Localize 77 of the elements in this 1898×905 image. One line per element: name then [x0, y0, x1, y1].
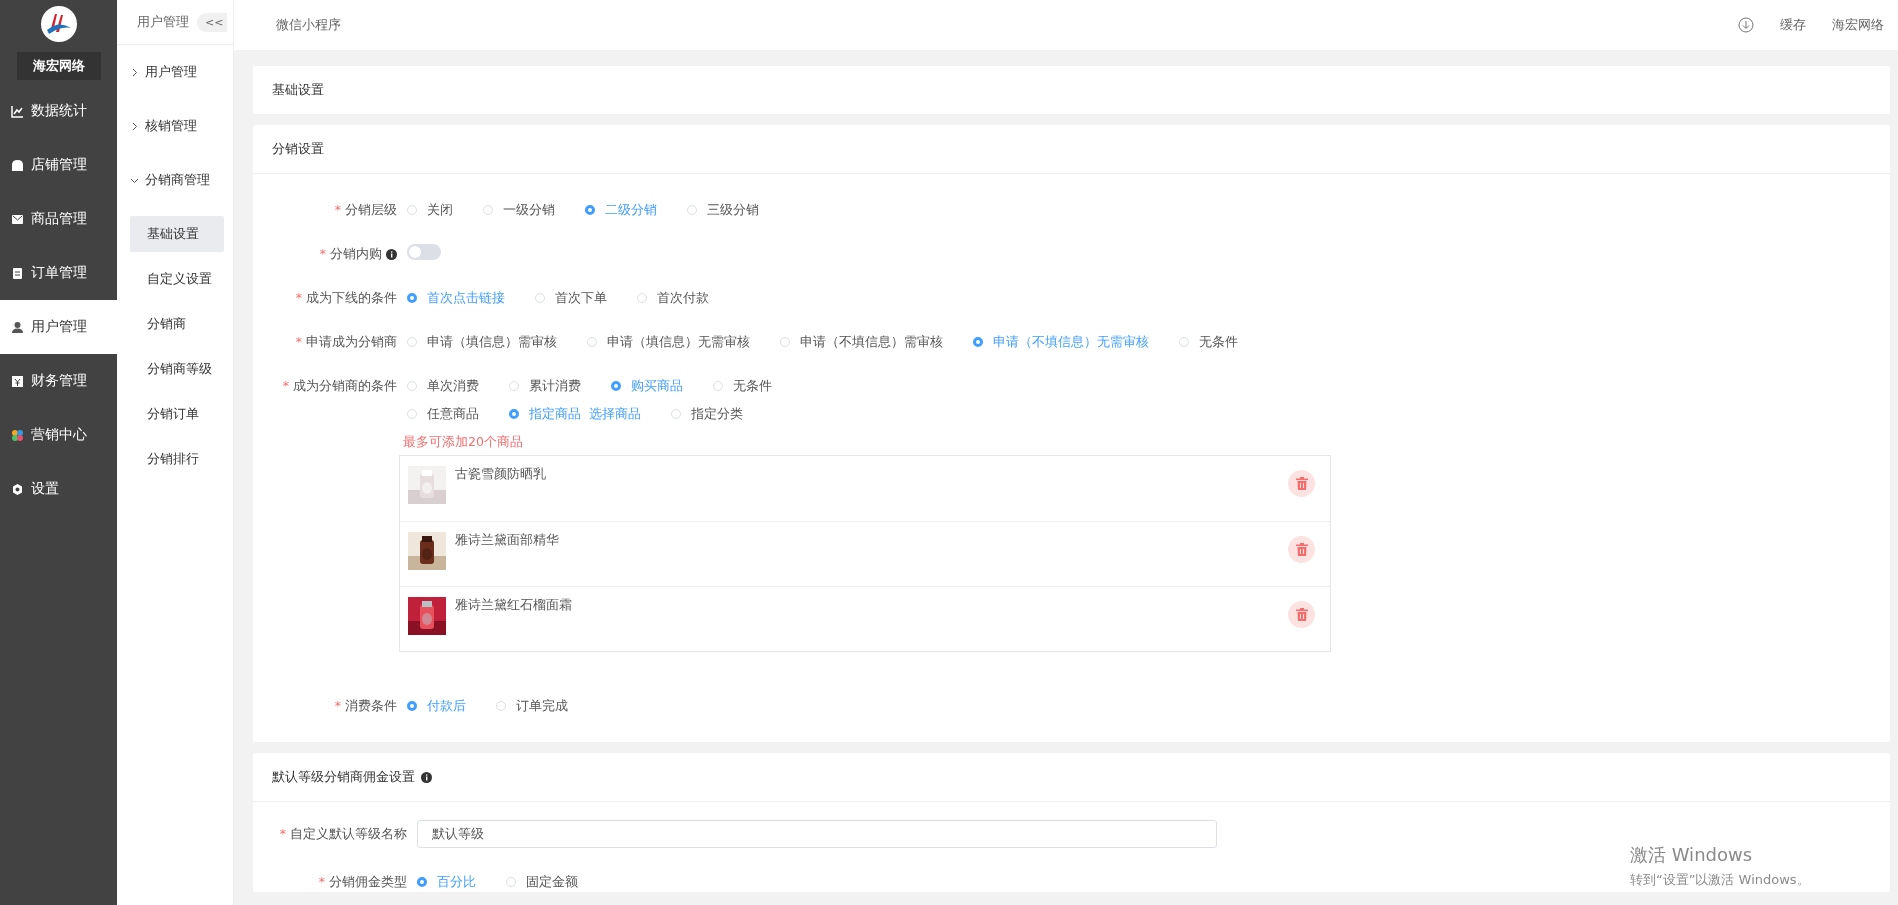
radio-option[interactable]: 首次下单: [535, 289, 607, 307]
delete-button[interactable]: [1288, 536, 1315, 563]
submenu-item[interactable]: 分销订单: [130, 396, 224, 432]
product-name: 古瓷雪颜防晒乳: [455, 466, 546, 483]
main-menu-item[interactable]: 设置: [0, 462, 117, 516]
radio-option[interactable]: 申请（填信息）需审核: [407, 333, 557, 351]
radio-option[interactable]: 累计消费: [509, 377, 581, 395]
field-label: * 消费条件: [334, 697, 397, 715]
radio-option[interactable]: 三级分销: [687, 201, 759, 219]
product-name: 雅诗兰黛红石榴面霜: [455, 597, 572, 614]
user-menu[interactable]: 海宏网络: [1832, 16, 1884, 34]
submenu-item[interactable]: 分销商等级: [130, 351, 224, 387]
gear-icon: [11, 482, 24, 496]
submenu-title: 用户管理: [137, 13, 189, 31]
mail-icon: [11, 212, 24, 226]
submenu-group[interactable]: 用户管理: [117, 45, 233, 99]
main-menu-item[interactable]: 数据统计: [0, 84, 117, 138]
shop-icon: [11, 158, 24, 172]
collapse-button[interactable]: <<: [197, 12, 228, 32]
main-menu-item[interactable]: 店铺管理: [0, 138, 117, 192]
radio-option[interactable]: 无条件: [713, 377, 772, 395]
chart-icon: [11, 104, 24, 118]
chevron-icon: [130, 121, 139, 131]
radio-option[interactable]: 任意商品: [407, 405, 479, 423]
activation-title: 激活 Windows: [1630, 843, 1754, 867]
field-label: * 自定义默认等级名称: [279, 825, 407, 843]
radio-option[interactable]: 单次消费: [407, 377, 479, 395]
radio-option[interactable]: 固定金额: [506, 873, 578, 891]
field-label: * 成为下线的条件: [295, 289, 397, 307]
input-field[interactable]: 默认等级: [417, 820, 1217, 848]
logo-icon: [40, 6, 77, 42]
main-menu-item[interactable]: 财务管理: [0, 354, 117, 408]
puzzle-icon: [11, 428, 24, 442]
radio-option[interactable]: 一级分销: [483, 201, 555, 219]
product-name: 雅诗兰黛面部精华: [455, 532, 559, 549]
info-icon: [421, 771, 432, 783]
submenu-item[interactable]: 分销排行: [130, 441, 224, 477]
submenu-group[interactable]: 分销商管理: [117, 153, 233, 207]
delete-button[interactable]: [1288, 470, 1315, 497]
card-title: 分销设置: [253, 125, 1890, 174]
toggle-switch[interactable]: [407, 244, 441, 260]
brand-name: 海宏网络: [16, 52, 101, 80]
radio-option[interactable]: 关闭: [407, 201, 453, 219]
card-title: 基础设置: [271, 81, 325, 99]
activation-text: 转到“设置”以激活 Windows。: [1630, 871, 1810, 889]
main-menu-item[interactable]: 订单管理: [0, 246, 117, 300]
radio-option[interactable]: 申请（不填信息）需审核: [780, 333, 943, 351]
delete-button[interactable]: [1288, 601, 1315, 628]
clipboard-icon: [11, 266, 24, 280]
field-label: * 申请成为分销商: [295, 333, 397, 351]
trash-icon: [1295, 608, 1308, 621]
radio-option[interactable]: 无条件: [1179, 333, 1238, 351]
submenu-item[interactable]: 基础设置: [130, 216, 224, 252]
main-menu-item[interactable]: 商品管理: [0, 192, 117, 246]
chevron-icon: [130, 67, 139, 77]
user-icon: [11, 320, 24, 334]
cache-link[interactable]: 缓存: [1780, 16, 1806, 34]
submenu-group[interactable]: 核销管理: [117, 99, 233, 153]
trash-icon: [1295, 543, 1308, 556]
money-icon: [11, 374, 24, 388]
field-label: * 成为分销商的条件: [282, 377, 397, 395]
app-tab[interactable]: 微信小程序: [276, 16, 341, 34]
field-label: * 分销层级: [334, 201, 397, 219]
card-title: 默认等级分销商佣金设置: [272, 768, 415, 786]
radio-option[interactable]: 订单完成: [496, 697, 568, 715]
main-menu-item[interactable]: 用户管理: [0, 300, 117, 354]
radio-option[interactable]: 首次付款: [637, 289, 709, 307]
submenu-item[interactable]: 分销商: [130, 306, 224, 342]
submenu-item[interactable]: 自定义设置: [130, 261, 224, 297]
field-label: * 分销内购: [319, 245, 382, 263]
download-icon[interactable]: [1738, 17, 1754, 33]
field-label: * 分销佣金类型: [318, 873, 407, 891]
radio-option[interactable]: 申请（填信息）无需审核: [587, 333, 750, 351]
limit-note: 最多可添加20个商品: [403, 434, 524, 451]
trash-icon: [1295, 477, 1308, 490]
main-menu-item[interactable]: 营销中心: [0, 408, 117, 462]
radio-option[interactable]: 指定分类: [671, 405, 743, 423]
